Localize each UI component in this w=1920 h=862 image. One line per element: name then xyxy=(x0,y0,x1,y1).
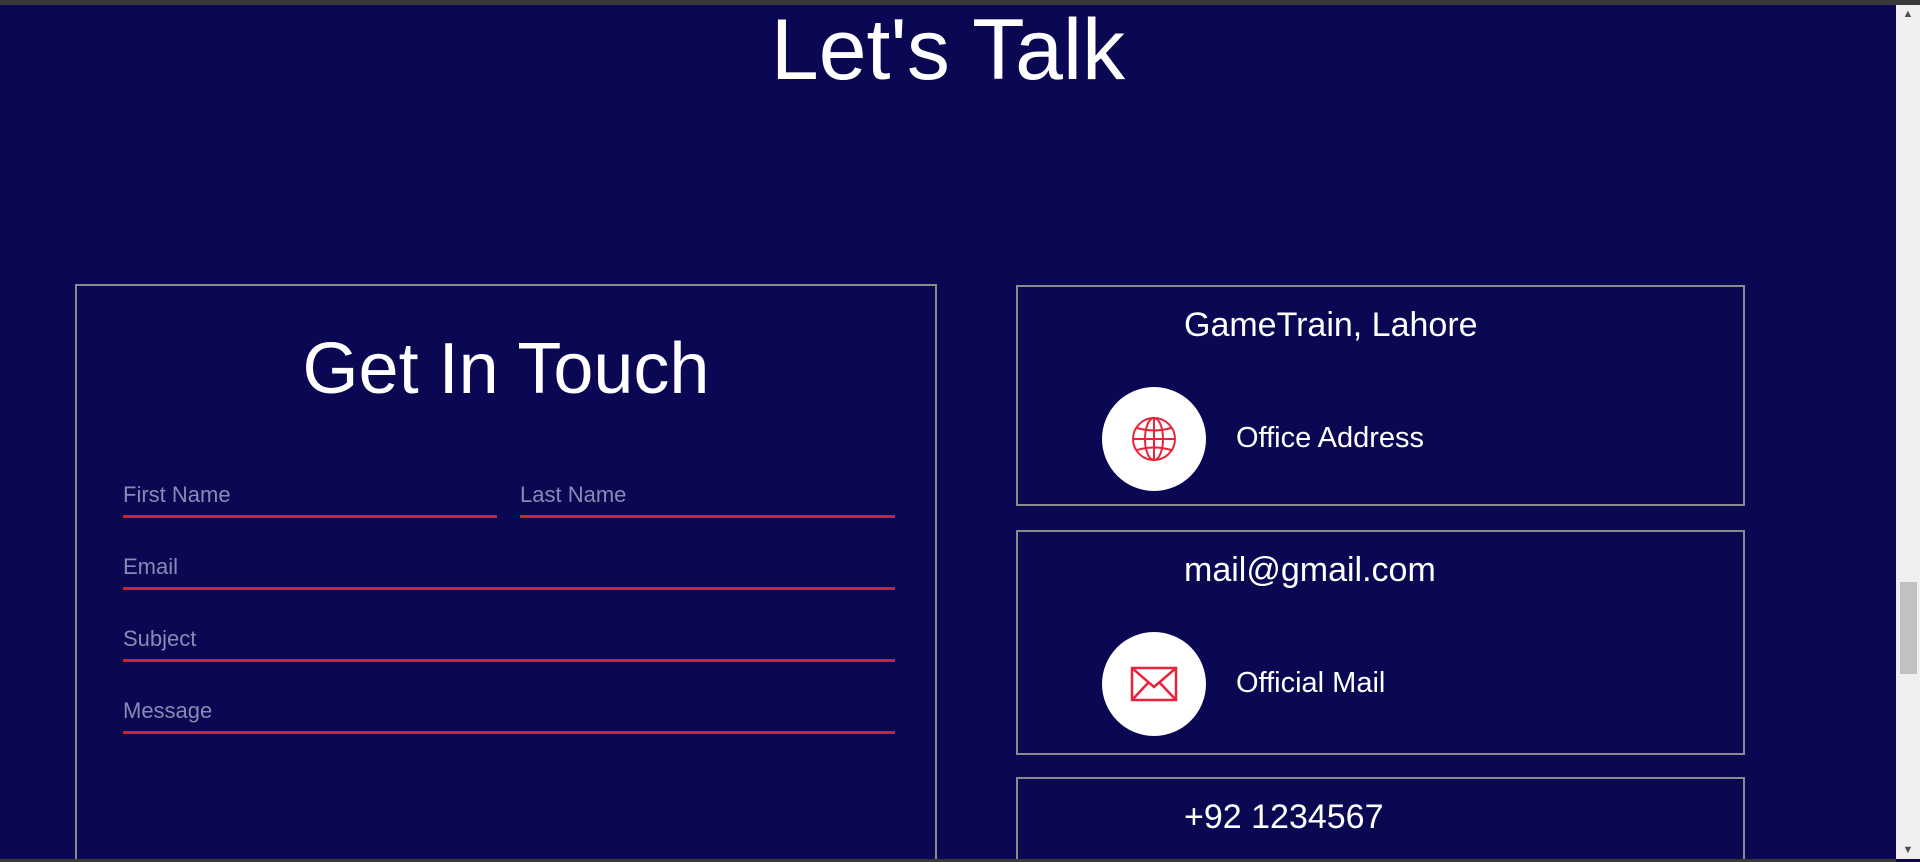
office-address-value: GameTrain, Lahore xyxy=(1184,306,1478,344)
mail-value: mail@gmail.com xyxy=(1184,551,1436,589)
message-input[interactable] xyxy=(123,694,895,734)
envelope-icon xyxy=(1130,666,1178,702)
page-scrollbar[interactable]: ▲ ▼ xyxy=(1896,5,1920,859)
scroll-up-arrow-icon[interactable]: ▲ xyxy=(1896,5,1920,23)
phone-value: +92 1234567 xyxy=(1184,798,1384,836)
last-name-input[interactable] xyxy=(520,478,895,518)
envelope-icon-circle xyxy=(1102,632,1206,736)
mail-label: Official Mail xyxy=(1236,667,1386,699)
first-name-input[interactable] xyxy=(123,478,497,518)
page: Let's Talk Get In Touch GameTrain, Lahor… xyxy=(0,0,1920,862)
contact-form-card: Get In Touch xyxy=(75,284,937,862)
form-title: Get In Touch xyxy=(302,329,710,409)
globe-icon-circle xyxy=(1102,387,1206,491)
phone-card: +92 1234567 xyxy=(1016,777,1745,862)
globe-icon xyxy=(1132,417,1176,461)
email-input[interactable] xyxy=(123,550,895,590)
office-address-card: GameTrain, Lahore Office Address xyxy=(1016,285,1745,506)
scroll-down-arrow-icon[interactable]: ▼ xyxy=(1896,841,1920,859)
official-mail-card: mail@gmail.com Official Mail xyxy=(1016,530,1745,755)
scroll-thumb[interactable] xyxy=(1900,582,1917,674)
subject-input[interactable] xyxy=(123,622,895,662)
section-title: Let's Talk xyxy=(770,2,1126,98)
office-address-label: Office Address xyxy=(1236,422,1425,454)
